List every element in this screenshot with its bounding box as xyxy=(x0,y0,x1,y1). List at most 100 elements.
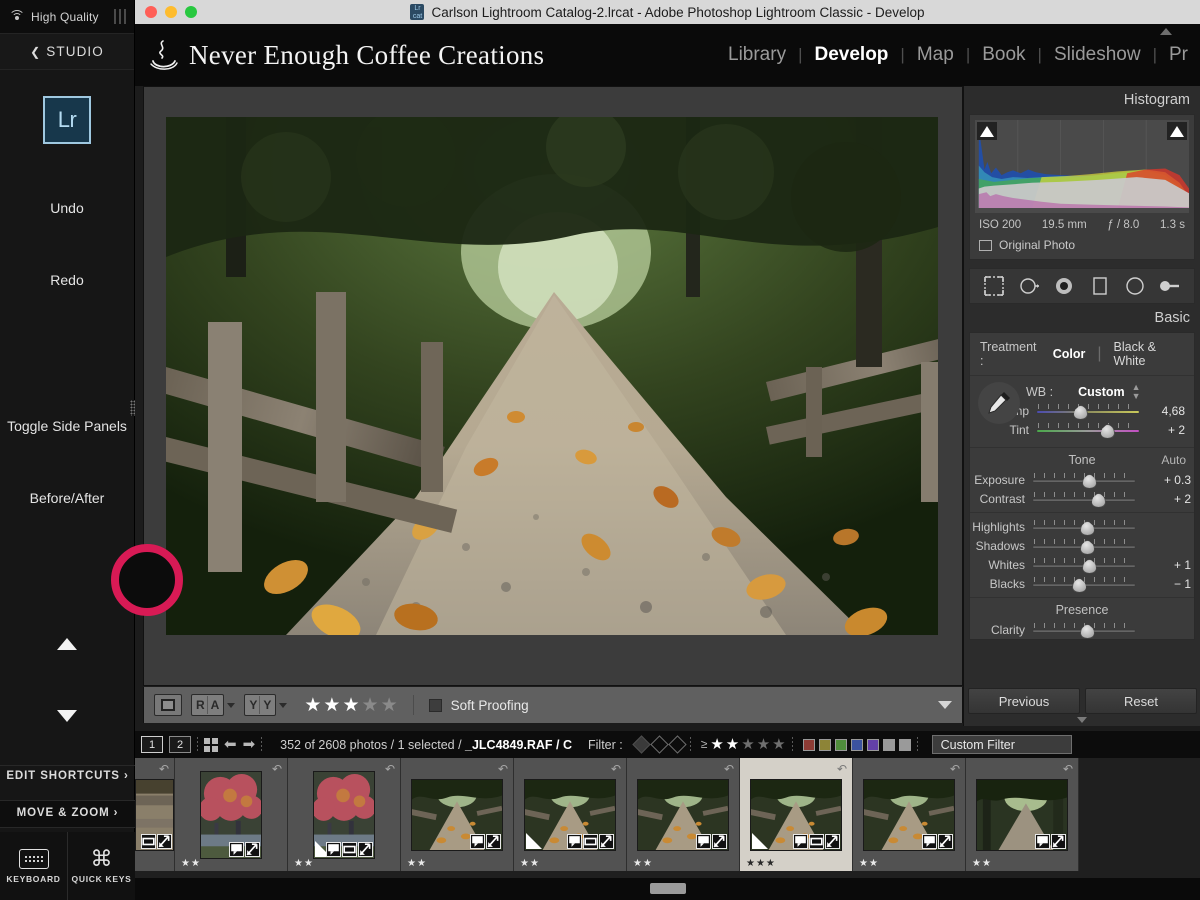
filter-star-3[interactable]: ★ xyxy=(741,737,754,752)
move-zoom-button[interactable]: MOVE & ZOOM › xyxy=(0,800,135,828)
rating-filter[interactable]: ≥ ★★★★★ xyxy=(701,737,786,752)
slider-row-blacks[interactable]: Blacks− 1 xyxy=(970,574,1194,593)
rating-stars[interactable]: ★★★★★ xyxy=(304,696,397,715)
crop-overlay-icon[interactable] xyxy=(981,273,1007,299)
wb-value[interactable]: Custom xyxy=(1078,385,1125,399)
slider-track-blacks[interactable] xyxy=(1032,577,1136,591)
color-label-swatch-1[interactable] xyxy=(803,739,815,751)
adjust-badge[interactable] xyxy=(825,834,840,849)
triangle-up-icon[interactable] xyxy=(57,638,77,650)
identity-plate[interactable]: Never Enough Coffee Creations xyxy=(135,38,544,72)
slider-row-clarity[interactable]: Clarity xyxy=(970,620,1194,639)
before-after-yy-control[interactable]: Y Y xyxy=(244,694,287,716)
filter-star-2[interactable]: ★ xyxy=(726,737,739,752)
rating-star-3[interactable]: ★ xyxy=(342,696,359,715)
color-label-swatch-5[interactable] xyxy=(867,739,879,751)
slider-row-whites[interactable]: Whites+ 1 xyxy=(970,555,1194,574)
adjust-badge[interactable] xyxy=(712,834,727,849)
remote-toggle-side-panels-button[interactable]: Toggle Side Panels xyxy=(0,418,134,434)
crop-badge[interactable] xyxy=(342,842,357,857)
slider-track-highlights[interactable] xyxy=(1032,520,1136,534)
module-develop[interactable]: Develop xyxy=(803,44,901,66)
flag-reject-icon[interactable] xyxy=(668,735,686,753)
before-after-ra-icon[interactable]: R A xyxy=(191,694,224,716)
lightroom-app-badge[interactable]: Lr xyxy=(43,96,91,144)
slider-value-contrast[interactable]: + 2 xyxy=(1136,492,1191,506)
treatment-color-option[interactable]: Color xyxy=(1053,347,1086,361)
white-balance-selector-icon[interactable] xyxy=(978,382,1020,424)
triangle-down-icon[interactable] xyxy=(57,710,77,722)
rating-star-1[interactable]: ★ xyxy=(304,696,321,715)
arrow-right-icon[interactable]: ➡ xyxy=(243,737,256,752)
thumbnail-image[interactable] xyxy=(863,779,955,851)
rating-star-2[interactable]: ★ xyxy=(323,696,340,715)
slider-track-exposure[interactable] xyxy=(1032,473,1136,487)
red-eye-icon[interactable] xyxy=(1051,273,1077,299)
adjust-badge[interactable] xyxy=(157,834,172,849)
histogram-graph[interactable] xyxy=(975,120,1189,213)
module-map[interactable]: Map xyxy=(905,44,966,66)
shadow-clipping-indicator[interactable] xyxy=(977,122,997,140)
slider-value-whites[interactable]: + 1 xyxy=(1136,558,1191,572)
slider-track-clarity[interactable] xyxy=(1032,623,1136,637)
filmstrip-cell[interactable]: ↶★★ xyxy=(288,758,401,871)
slider-track-tint[interactable] xyxy=(1036,423,1140,437)
color-label-swatch-2[interactable] xyxy=(819,739,831,751)
chevron-updown-icon[interactable]: ▲▼ xyxy=(1132,383,1141,401)
thumbnail-image[interactable] xyxy=(524,779,616,851)
comment-badge[interactable] xyxy=(567,834,582,849)
studio-back-button[interactable]: ❮ STUDIO xyxy=(0,34,134,70)
slider-row-contrast[interactable]: Contrast+ 2 xyxy=(970,489,1194,508)
filmstrip-scrollbar-thumb[interactable] xyxy=(650,883,686,894)
before-after-ra-control[interactable]: R A xyxy=(191,694,235,716)
adjust-badge[interactable] xyxy=(486,834,501,849)
thumbnail-rating[interactable]: ★★★ xyxy=(746,858,776,869)
rating-star-5[interactable]: ★ xyxy=(381,696,398,715)
flag-unflagged-icon[interactable] xyxy=(650,735,668,753)
basic-panel-header[interactable]: Basic xyxy=(964,304,1200,332)
edit-shortcuts-button[interactable]: EDIT SHORTCUTS › xyxy=(0,765,135,789)
color-label-swatch-6[interactable] xyxy=(883,739,895,751)
comment-badge[interactable] xyxy=(696,834,711,849)
slider-track-whites[interactable] xyxy=(1032,558,1136,572)
slider-row-tint[interactable]: Tint+ 2 xyxy=(974,420,1188,439)
crop-badge[interactable] xyxy=(809,834,824,849)
remote-redo-button[interactable]: Redo xyxy=(0,272,134,288)
treatment-bw-option[interactable]: Black & White xyxy=(1114,340,1188,368)
adjust-badge[interactable] xyxy=(245,842,260,857)
comment-badge[interactable] xyxy=(793,834,808,849)
thumbnail-rating[interactable]: ★★ xyxy=(407,858,427,869)
filmstrip-cell[interactable]: ↶★★ xyxy=(627,758,740,871)
comment-badge[interactable] xyxy=(1035,834,1050,849)
module-print[interactable]: Pr xyxy=(1157,44,1200,66)
top-panel-toggle-icon[interactable] xyxy=(1160,28,1172,35)
adjust-badge[interactable] xyxy=(358,842,373,857)
slider-track-shadows[interactable] xyxy=(1032,539,1136,553)
chevron-down-icon[interactable] xyxy=(227,703,235,708)
slider-value-exposure[interactable]: + 0.3 xyxy=(1136,473,1191,487)
comment-badge[interactable] xyxy=(229,842,244,857)
slider-value-tint[interactable]: + 2 xyxy=(1140,423,1185,437)
original-photo-row[interactable]: Original Photo xyxy=(975,233,1189,254)
highlight-clipping-indicator[interactable] xyxy=(1167,122,1187,140)
histogram-header[interactable]: Histogram xyxy=(964,86,1200,114)
adjust-badge[interactable] xyxy=(599,834,614,849)
right-panel-collapse-icon[interactable] xyxy=(1077,717,1087,723)
module-slideshow[interactable]: Slideshow xyxy=(1042,44,1153,66)
grid-view-icon[interactable] xyxy=(204,738,218,752)
filmstrip-cell[interactable]: ↶★★ xyxy=(514,758,627,871)
quick-keys-button[interactable]: ⌘ QUICK KEYS xyxy=(67,832,135,900)
module-book[interactable]: Book xyxy=(970,44,1037,66)
before-after-yy-icon[interactable]: Y Y xyxy=(244,694,276,716)
color-label-swatch-3[interactable] xyxy=(835,739,847,751)
slider-track-contrast[interactable] xyxy=(1032,492,1136,506)
previous-button[interactable]: Previous xyxy=(968,688,1080,714)
thumbnail-rating[interactable]: ★★ xyxy=(859,858,879,869)
filmstrip-cell[interactable]: ↶★★ xyxy=(966,758,1079,871)
monitor-1-button[interactable]: 1 xyxy=(141,736,163,753)
auto-tone-button[interactable]: Auto xyxy=(1161,453,1186,467)
thumbnail-image[interactable] xyxy=(313,771,375,859)
radial-filter-icon[interactable] xyxy=(1122,273,1148,299)
custom-filter-dropdown[interactable]: Custom Filter xyxy=(932,735,1072,754)
original-photo-checkbox[interactable] xyxy=(979,240,992,251)
